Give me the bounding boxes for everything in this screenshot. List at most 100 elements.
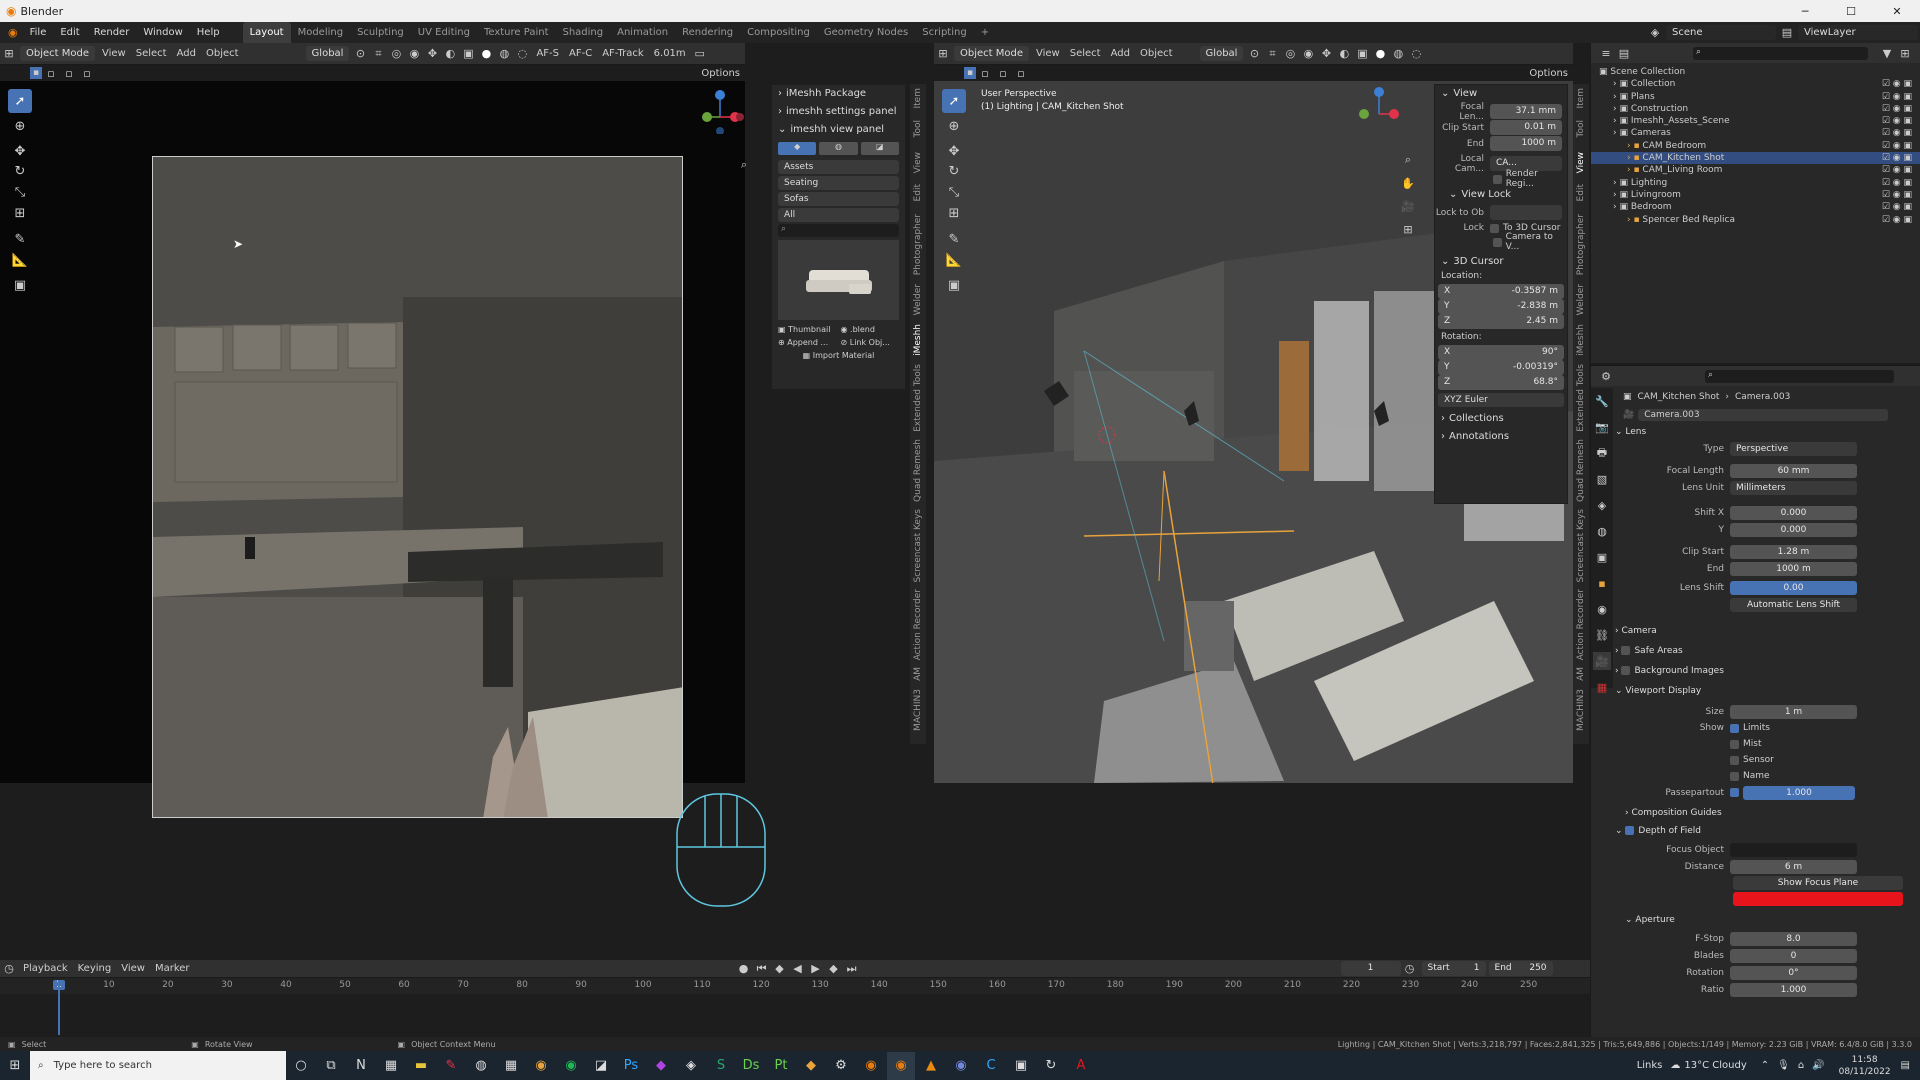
acrobat-icon[interactable]: A — [1067, 1052, 1095, 1080]
passepartout-slider[interactable]: 1.000 — [1743, 785, 1855, 800]
left-vtab-quad-remesh[interactable]: Quad Remesh — [913, 439, 923, 502]
view-section-header[interactable]: ⌄ View — [1435, 85, 1567, 103]
outliner-row[interactable]: › ▣ Cameras ☑ ◉ ▣ — [1591, 127, 1920, 139]
right-select-extend-icon[interactable]: ▫ — [976, 64, 994, 82]
taskbar-links[interactable]: Links — [1637, 1060, 1663, 1071]
timeline-menu-marker[interactable]: Marker — [150, 963, 195, 974]
menu-help[interactable]: Help — [190, 22, 227, 43]
blender-menu-icon[interactable]: ◉ — [0, 26, 23, 39]
discord-icon[interactable]: ◉ — [947, 1052, 975, 1080]
properties-editor-icon[interactable]: ⚙ — [1597, 367, 1615, 385]
close-icon[interactable]: ✕ — [1874, 5, 1920, 18]
view-clip-start-field[interactable]: 0.01 m — [1490, 120, 1562, 135]
cursor-loc-x-field[interactable]: X -0.3587 m — [1438, 284, 1564, 299]
notifications-icon[interactable]: ▤ — [1901, 1060, 1910, 1071]
outliner-search-input[interactable]: ⌕ — [1693, 46, 1868, 60]
tool-add-cube-icon[interactable]: ▣ — [8, 273, 32, 297]
left-mode-dropdown[interactable]: Object Mode — [20, 46, 95, 61]
tab-sculpting[interactable]: Sculpting — [350, 22, 411, 43]
right-menu-add[interactable]: Add — [1106, 48, 1135, 59]
cursor-rot-x-field[interactable]: X 90° — [1438, 345, 1564, 360]
minimize-icon[interactable]: ─ — [1782, 5, 1828, 18]
cursor-loc-y-field[interactable]: Y -2.838 m — [1438, 299, 1564, 314]
outliner-row[interactable]: › ▣ Collection ☑ ◉ ▣ — [1591, 78, 1920, 90]
constraints-props-icon[interactable]: ⛓ — [1593, 626, 1611, 644]
outliner-new-collection-icon[interactable]: ⊞ — [1896, 44, 1914, 62]
safe-areas-section-header[interactable]: › Safe Areas — [1615, 643, 1915, 659]
outliner-row[interactable]: › ▣ Livingroom ☑ ◉ ▣ — [1591, 189, 1920, 201]
left-options-dropdown[interactable]: Options — [696, 68, 745, 79]
outliner-row[interactable]: › ▣ Lighting ☑ ◉ ▣ — [1591, 177, 1920, 189]
select-subtract-icon[interactable]: ▫ — [60, 64, 78, 82]
aperture-rotation-field[interactable]: 0° — [1730, 965, 1857, 980]
outliner-scene-collection[interactable]: ▣ Scene Collection — [1591, 66, 1920, 78]
camera-section-header[interactable]: › Camera — [1615, 623, 1915, 639]
cursor-section-header[interactable]: ⌄ 3D Cursor — [1435, 253, 1567, 271]
chrome-icon[interactable]: ◉ — [527, 1052, 555, 1080]
right-menu-object[interactable]: Object — [1135, 48, 1178, 59]
timeline-menu-view[interactable]: View — [116, 963, 150, 974]
imeshh-hdri-icon[interactable]: ◪ — [860, 142, 899, 155]
rotation-mode-dropdown[interactable]: XYZ Euler — [1438, 393, 1564, 407]
right-vtab-action-recorder[interactable]: Action Recorder — [1576, 589, 1586, 660]
tool-select-icon[interactable]: ➚ — [8, 89, 32, 113]
right-shading-rendered-icon[interactable]: ◌ — [1407, 45, 1425, 63]
visibility-toggle-icon[interactable]: ☑ ◉ ▣ — [1882, 201, 1912, 213]
browser-icon[interactable]: ◍ — [467, 1052, 495, 1080]
visibility-toggle-icon[interactable]: ☑ ◉ ▣ — [1882, 103, 1912, 115]
af-s-button[interactable]: AF-S — [531, 48, 564, 59]
automatic-lens-shift-button[interactable]: Automatic Lens Shift — [1730, 597, 1857, 612]
dof-section-header[interactable]: ⌄ Depth of Field — [1615, 823, 1915, 839]
collection-props-icon[interactable]: ▣ — [1593, 548, 1611, 566]
outliner-row[interactable]: › ▣ Construction ☑ ◉ ▣ — [1591, 103, 1920, 115]
right-select-box-icon[interactable]: ▪ — [964, 67, 976, 79]
tab-rendering[interactable]: Rendering — [675, 22, 740, 43]
view-clip-end-field[interactable]: 1000 m — [1490, 136, 1562, 151]
imeshh-assets-dropdown[interactable]: Assets — [778, 160, 899, 174]
maximize-icon[interactable]: ☐ — [1828, 5, 1874, 18]
imeshh-settings-header[interactable]: › imeshh settings panel — [772, 103, 905, 121]
left-vtab-extended-tools[interactable]: Extended Tools — [913, 364, 923, 432]
af-track-button[interactable]: AF-Track — [597, 48, 648, 59]
right-axis-gizmo[interactable] — [1354, 86, 1404, 131]
right-vtab-welder[interactable]: Welder — [1576, 284, 1586, 315]
visibility-toggle-icon[interactable]: ☑ ◉ ▣ — [1882, 164, 1912, 176]
right-menu-view[interactable]: View — [1031, 48, 1065, 59]
right-vtab-item[interactable]: Item — [1576, 88, 1586, 109]
visibility-icon[interactable]: ◉ — [405, 45, 423, 63]
blender-active-icon[interactable]: ◉ — [887, 1051, 915, 1080]
zoom-icon[interactable]: ⌕ — [735, 156, 753, 174]
clip-end-field[interactable]: 1000 m — [1730, 561, 1857, 576]
outliner-row[interactable]: › ▪ CAM_Kitchen Shot ☑ ◉ ▣ — [1591, 152, 1920, 165]
pivot-icon[interactable]: ⊙ — [351, 45, 369, 63]
visibility-toggle-icon[interactable]: ☑ ◉ ▣ — [1882, 140, 1912, 152]
view-layer-selector[interactable]: ViewLayer — [1798, 25, 1918, 40]
output-props-icon[interactable]: 🖶 — [1593, 444, 1611, 462]
sync-icon[interactable]: ↻ — [1037, 1052, 1065, 1080]
tray-chevron-icon[interactable]: ⌃ — [1761, 1060, 1769, 1071]
imeshh-assets-icon[interactable]: ◆ — [778, 142, 817, 155]
record-icon[interactable]: ● — [735, 960, 753, 978]
viewport-display-section-header[interactable]: ⌄ Viewport Display — [1615, 683, 1915, 699]
left-vtab-tool[interactable]: Tool — [913, 120, 923, 137]
tab-animation[interactable]: Animation — [610, 22, 675, 43]
physics-props-icon[interactable]: ◉ — [1593, 600, 1611, 618]
timeline-ruler[interactable]: 1 10 20 30 40 50 60 70 80 90 100 110 120 130 140 150 160… — [0, 978, 1590, 994]
background-images-section-header[interactable]: › Background Images — [1615, 663, 1915, 679]
right-vtab-view[interactable]: View — [1576, 152, 1586, 173]
right-gizmo-icon[interactable]: ✥ — [1317, 45, 1335, 63]
volume-icon[interactable]: 🔊 — [1812, 1060, 1824, 1071]
left-menu-add[interactable]: Add — [172, 48, 201, 59]
import-material-button[interactable]: ▦ Import Material — [778, 351, 899, 360]
imeshh-package-header[interactable]: › iMeshh Package — [772, 85, 905, 103]
imeshh-search-input[interactable]: ⌕ — [778, 224, 899, 237]
right-pan-icon[interactable]: ✋ — [1399, 174, 1417, 192]
right-vtab-tool[interactable]: Tool — [1576, 120, 1586, 137]
view-focal-length-field[interactable]: 37.1 mm — [1490, 104, 1562, 119]
left-vtab-photographer[interactable]: Photographer — [913, 214, 923, 275]
visibility-toggle-icon[interactable]: ☑ ◉ ▣ — [1882, 214, 1912, 226]
right-pivot-icon[interactable]: ⊙ — [1245, 45, 1263, 63]
select-invert-icon[interactable]: ▫ — [78, 64, 96, 82]
menu-file[interactable]: File — [23, 22, 54, 43]
overlay-icon[interactable]: ◐ — [441, 45, 459, 63]
